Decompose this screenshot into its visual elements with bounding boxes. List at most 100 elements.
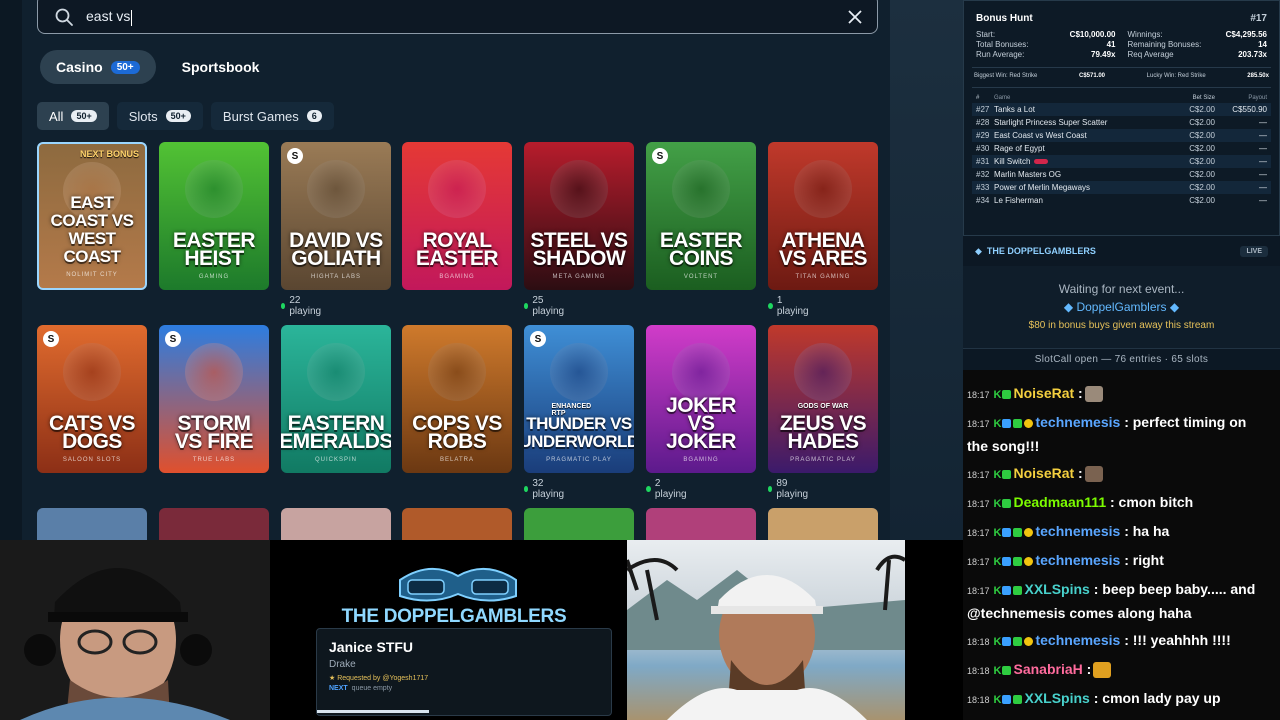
game-card[interactable]: GODS OF WAR ZEUS VS HADES PRAGMATIC PLAY [768, 325, 878, 473]
game-card[interactable]: STEEL VS SHADOW META GAMING [524, 142, 634, 290]
game-card[interactable]: ROYAL EASTER BGAMING [402, 142, 512, 290]
game-title: STORM VS FIRE [174, 412, 254, 453]
chat-username[interactable]: NoiseRat [1013, 385, 1074, 401]
divider [972, 67, 1271, 68]
overlay-logo-text: THE DOPPELGAMBLERS [341, 606, 567, 627]
chat-username[interactable]: Deadmaan111 [1013, 494, 1106, 510]
chat-text: : !!! yeahhhh !!!! [1120, 632, 1231, 648]
emote-icon [1084, 466, 1103, 483]
game-card[interactable]: COPS VS ROBS BELATRA [402, 325, 512, 473]
game-title: EASTER COINS [659, 229, 743, 270]
game-card[interactable] [402, 508, 512, 540]
chat-username[interactable]: SanabriaH [1013, 661, 1082, 677]
kick-badge-icon: K [993, 389, 1002, 401]
chat-text: : [1074, 385, 1083, 401]
chat-timestamp: 18:18 [967, 695, 990, 705]
game-provider: PRAGMATIC PLAY [790, 457, 856, 463]
chat-username[interactable]: technemesis [1035, 552, 1120, 568]
casino-browser: east vs Casino 50+ Sportsbook All 50+ Sl… [0, 0, 963, 540]
event-panel: ◆ THE DOPPELGAMBLERS LIVE Waiting for ne… [963, 236, 1280, 370]
chat-text: : cmon lady pay up [1089, 690, 1221, 706]
game-art [794, 343, 852, 401]
channel-name: ◆ DoppelGamblers ◆ [1063, 300, 1180, 314]
game-art [185, 160, 243, 218]
search-bar[interactable]: east vs [37, 0, 878, 34]
game-card[interactable]: ATHENA VS ARES TITAN GAMING [768, 142, 878, 290]
filter-burst-games[interactable]: Burst Games 6 [210, 102, 334, 130]
chat-username[interactable]: XXLSpins [1024, 690, 1089, 706]
game-card[interactable]: EASTER HEIST GAMING [159, 142, 269, 290]
game-card[interactable] [37, 508, 147, 540]
game-art [307, 343, 365, 401]
tab-casino[interactable]: Casino 50+ [40, 50, 156, 84]
chat-text: : ha ha [1120, 523, 1170, 539]
stake-originals-icon: S [652, 148, 668, 164]
casino-count-badge: 50+ [110, 60, 140, 74]
game-title: STEEL VS SHADOW [530, 229, 628, 270]
filter-burst-count: 6 [306, 110, 322, 122]
game-provider: TRUE LABS [192, 457, 236, 463]
live-dot-icon [768, 303, 773, 309]
chat-username[interactable]: technemesis [1035, 632, 1120, 648]
chat-message: 18:18KSrsebast : [967, 716, 1268, 720]
chat-message: 18:17 K NoiseRat : [967, 382, 1268, 406]
game-card[interactable] [646, 508, 756, 540]
game-title: CATS VS DOGS [49, 412, 135, 453]
chat-message: 18:17 K Deadmaan111 : cmon bitch [967, 491, 1268, 515]
webcam-right-image [627, 554, 905, 720]
game-card[interactable] [524, 508, 634, 540]
chat-badge-icon [1002, 556, 1012, 566]
track-progress-bar [317, 710, 430, 713]
game-card[interactable]: EASTERN EMERALDS QUICKSPIN [281, 325, 391, 473]
chat-username[interactable]: technemesis [1035, 523, 1120, 539]
now-playing-widget: Janice STFU Drake ★ Requested by @Yogesh… [316, 628, 612, 716]
game-title: COPS VS ROBS [412, 412, 502, 453]
chat-message: 18:17 K XXLSpins : beep beep baby..... and… [967, 578, 1268, 624]
tab-sportsbook[interactable]: Sportsbook [166, 50, 276, 84]
players-count: 1 playing [768, 295, 810, 317]
chat-message: 18:18 K XXLSpins : cmon lady pay up [967, 687, 1268, 711]
chat-username[interactable]: technemesis [1035, 414, 1120, 430]
kick-badge-icon: K [993, 527, 1002, 539]
chat-badge-icon [1024, 527, 1034, 537]
filter-all[interactable]: All 50+ [37, 102, 109, 130]
lucky-win-label: Lucky Win: Red Strike [1146, 73, 1206, 79]
close-icon[interactable] [847, 9, 863, 25]
game-card[interactable] [768, 508, 878, 540]
players-count: 32 playing [524, 478, 566, 500]
chat-timestamp: 18:17 [967, 586, 990, 596]
players-count: 2 playing [646, 478, 688, 500]
filter-slots[interactable]: Slots 50+ [116, 102, 203, 130]
game-card[interactable]: JOKER VS JOKER BGAMING [646, 325, 756, 473]
bonus-hunt-stats: Start: C$10,000.00 Winnings: C$4,295.56 Tota… [964, 30, 1279, 59]
table-row: #30 Rage of Egypt C$2.00— [976, 144, 1267, 153]
game-art [307, 160, 365, 218]
chat-text: : [1082, 661, 1092, 677]
stake-originals-icon: S [287, 148, 303, 164]
chat-badge-icon [1013, 527, 1023, 537]
bonus-hunt-highlights: Biggest Win: Red Strike C$571.00 Lucky W… [964, 73, 1279, 79]
product-tabs: Casino 50+ Sportsbook [40, 50, 275, 84]
category-filters: All 50+ Slots 50+ Burst Games 6 [37, 102, 334, 130]
game-card[interactable]: S CATS VS DOGS SALOON SLOTS [37, 325, 147, 473]
game-card[interactable] [159, 508, 269, 540]
kick-badge-icon: K [993, 665, 1002, 677]
game-tag: GODS OF WAR [797, 403, 849, 410]
game-art [550, 160, 608, 218]
stat-row: Winnings: C$4,295.56 [1127, 30, 1268, 39]
game-card[interactable]: S STORM VS FIRE TRUE LABS [159, 325, 269, 473]
search-input[interactable]: east vs [86, 8, 133, 26]
chat-username[interactable]: NoiseRat [1013, 465, 1074, 481]
game-card[interactable]: S ENHANCED RTP THUNDER VS UNDERWORLD PRAGMA… [524, 325, 634, 473]
game-card[interactable]: S EASTER COINS VOLTENT [646, 142, 756, 290]
game-card[interactable] [281, 508, 391, 540]
game-provider: SALOON SLOTS [62, 457, 122, 463]
chat-message: 18:17 Ktechnemesis : perfect timing on th… [967, 411, 1268, 457]
chat-username[interactable]: XXLSpins [1024, 581, 1089, 597]
game-card[interactable]: NEXT BONUS EAST COAST VS WEST COAST NOLIMI… [37, 142, 147, 290]
game-title: DAVID VS GOLIATH [289, 229, 383, 270]
stake-originals-icon: S [165, 331, 181, 347]
table-header: # Game Bet Size Payout [976, 95, 1267, 101]
game-provider: GAMING [198, 274, 230, 280]
game-card[interactable]: S DAVID VS GOLIATH HIGHTA LABS [281, 142, 391, 290]
